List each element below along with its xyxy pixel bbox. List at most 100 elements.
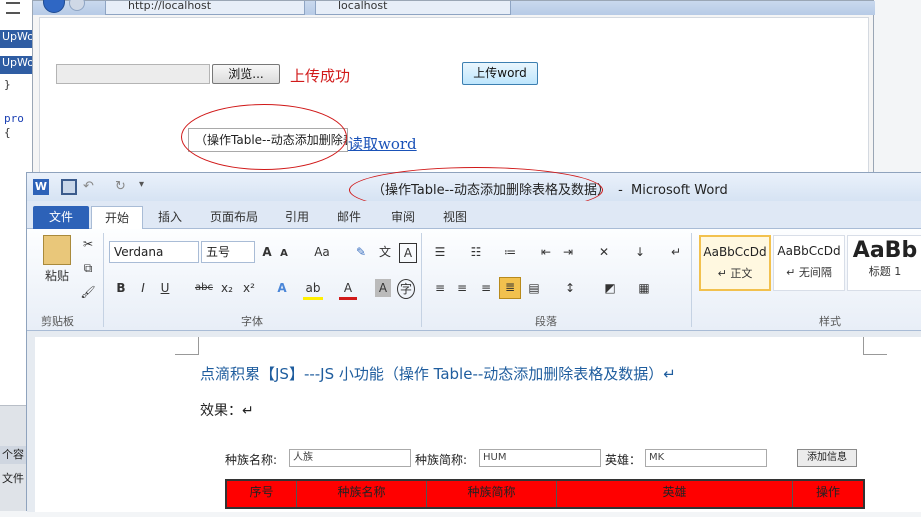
tab-review[interactable]: 审阅 [379,206,427,229]
font-name-select[interactable]: Verdana [109,241,199,263]
undo-icon[interactable]: ↶ [83,179,99,195]
increase-indent-icon[interactable]: ⇥ [559,243,577,261]
window-controls [819,1,869,9]
highlight-color-icon[interactable]: ab [303,279,323,300]
table-header-cell: 种族简称 [427,481,557,507]
font-size-select[interactable]: 五号 [201,241,255,263]
redo-icon[interactable]: ↻ [115,179,131,195]
style-sample: AaBbCcDd [703,245,767,259]
browser-window: http://localhost localhost 浏览... 上传成功 上传… [32,0,875,185]
customize-toolbar-icon[interactable]: ▾ [139,179,155,195]
demo-label-short: 种族简称: [415,453,468,467]
group-separator [103,233,104,327]
document-page[interactable]: 点滴积累【JS】---JS 小功能（操作 Table--动态添加删除表格及数据）… [35,337,921,512]
margin-mark [175,337,199,355]
demo-input-hero: MK [645,449,767,467]
style-name: 标题 1 [868,265,902,278]
demo-label-hero: 英雄： [605,453,642,467]
multilevel-list-icon[interactable]: ≔ [499,243,521,261]
italic-icon[interactable]: I [135,279,151,297]
change-case-icon[interactable]: Aa [311,243,333,261]
group-label-font: 字体 [241,315,263,328]
browse-button[interactable]: 浏览... [212,64,280,84]
ribbon-tabs: 文件 开始 插入 页面布局 引用 邮件 审阅 视图 [27,201,921,229]
superscript-icon[interactable]: x² [241,279,257,297]
demo-add-button: 添加信息 [797,449,857,467]
style-sample: AaBb [852,238,918,263]
tab-page-layout[interactable]: 页面布局 [199,206,269,229]
clear-format-icon[interactable]: ✎ [351,243,371,261]
character-border-icon[interactable]: A [399,243,417,263]
phonetic-guide-icon[interactable]: 文 [375,243,395,261]
table-header-cell: 种族名称 [297,481,427,507]
word-window: W ↶ ↻ ▾ （操作Table--动态添加删除表格及数据） - Microso… [26,167,921,512]
demo-input-short: HUM [479,449,601,467]
enclose-character-icon[interactable]: 字 [397,279,415,299]
show-marks-icon[interactable]: ↵ [667,243,685,261]
save-icon[interactable] [61,179,77,195]
bold-icon[interactable]: B [113,279,129,297]
editor-tab-1[interactable]: UpWo [0,30,36,48]
numbering-icon[interactable]: ☷ [465,243,487,261]
paste-icon[interactable] [43,235,71,265]
font-color-icon[interactable]: A [339,279,357,300]
shrink-font-icon[interactable]: A [277,245,291,263]
sort-icon[interactable]: ↓ [631,243,649,261]
document-heading: 点滴积累【JS】---JS 小功能（操作 Table--动态添加删除表格及数据）… [200,365,676,383]
align-center-icon[interactable]: ≡ [453,279,471,297]
tab-references[interactable]: 引用 [273,206,321,229]
style-normal[interactable]: AaBbCcDd ↵ 正文 [699,235,771,291]
style-name: ↵ 无间隔 [786,266,832,279]
align-right-icon[interactable]: ≡ [477,279,495,297]
shading-icon[interactable]: ◩ [599,279,621,297]
read-word-link[interactable]: 读取word [348,133,417,154]
browser-toolbar: http://localhost localhost [33,0,875,15]
tab-home[interactable]: 开始 [91,206,143,229]
strikethrough-icon[interactable]: abc [193,279,215,297]
editor-tab-2[interactable]: UpWo [0,56,36,74]
upload-status: 上传成功 [290,67,351,85]
upload-word-button[interactable]: 上传word [462,62,538,85]
underline-icon[interactable]: U [157,279,173,297]
group-label-paragraph: 段落 [535,315,557,328]
tab-view[interactable]: 视图 [431,206,479,229]
menu-icon[interactable] [6,2,20,14]
borders-icon[interactable]: ▦ [633,279,655,297]
style-no-spacing[interactable]: AaBbCcDd ↵ 无间隔 [773,235,845,291]
tab-insert[interactable]: 插入 [145,206,195,229]
panel-item[interactable]: 文件 [0,470,28,488]
table-header-cell: 序号 [227,481,297,507]
panel-tab[interactable]: 个容 [0,446,28,464]
style-heading-1[interactable]: AaBb 标题 1 [847,235,921,291]
justify-icon[interactable]: ≣ [499,277,521,299]
decrease-indent-icon[interactable]: ⇤ [537,243,555,261]
highlight-ellipse [181,104,347,170]
back-button[interactable] [43,0,65,13]
subscript-icon[interactable]: x₂ [219,279,235,297]
forward-button[interactable] [69,0,85,11]
group-separator [691,233,692,327]
tab-title: localhost [338,0,388,12]
tab-file[interactable]: 文件 [33,206,89,229]
word-logo-icon[interactable]: W [33,179,49,195]
file-path-input[interactable] [56,64,210,84]
paste-button[interactable]: 粘贴 [39,267,75,285]
chinese-layout-icon[interactable]: ✕ [593,243,615,261]
format-painter-icon[interactable]: 🖌 [79,283,97,301]
address-bar[interactable]: http://localhost [105,0,305,15]
align-left-icon[interactable]: ≡ [431,279,449,297]
demo-label-name: 种族名称: [225,453,278,467]
line-spacing-icon[interactable]: ↕ [559,279,581,297]
copy-icon[interactable]: ⧉ [79,259,97,277]
text-effects-icon[interactable]: A [273,279,291,297]
word-titlebar: W ↶ ↻ ▾ （操作Table--动态添加删除表格及数据） - Microso… [27,167,921,213]
distributed-icon[interactable]: ▤ [525,279,543,297]
browser-tab[interactable]: localhost [315,0,511,15]
bullets-icon[interactable]: ☰ [429,243,451,261]
character-shading-icon[interactable]: A [375,279,391,297]
cut-icon[interactable]: ✂ [79,235,97,253]
grow-font-icon[interactable]: A [259,243,275,261]
table-header-cell: 英雄 [557,481,793,507]
group-label-styles: 样式 [819,315,841,328]
tab-mailings[interactable]: 邮件 [325,206,373,229]
